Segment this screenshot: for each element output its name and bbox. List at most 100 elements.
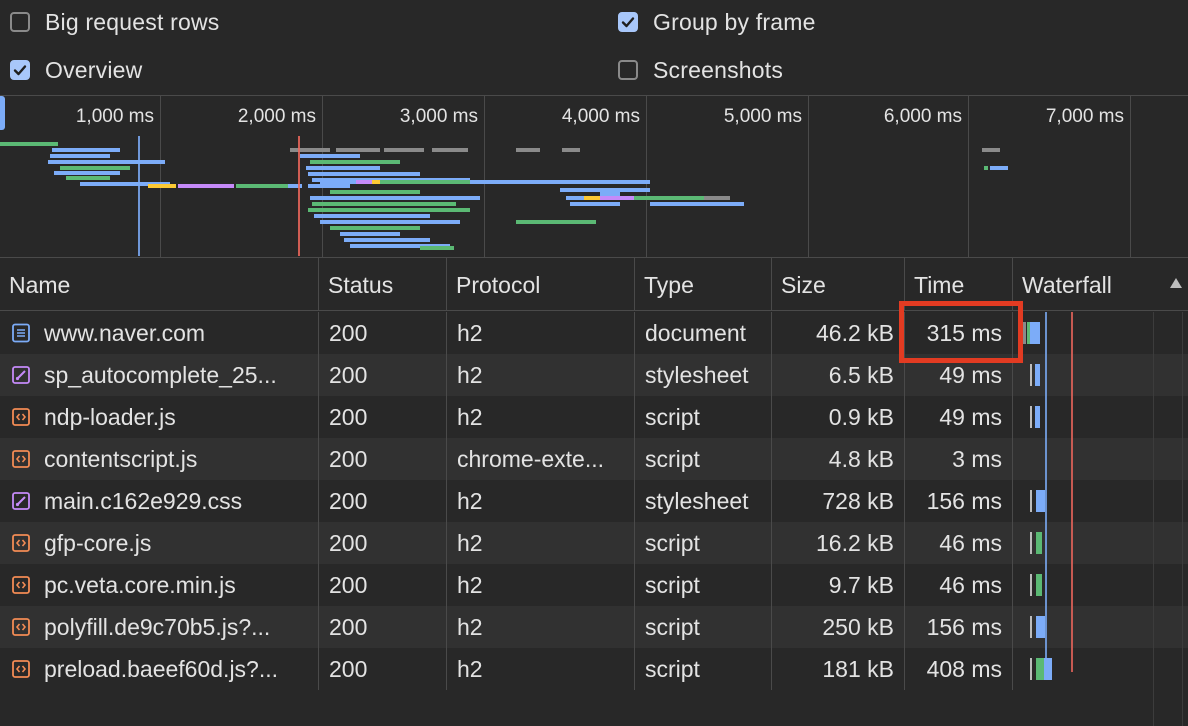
cell-status: 200 — [319, 648, 447, 690]
cell-waterfall — [1013, 606, 1188, 648]
waterfall-timing-bar — [1036, 532, 1042, 554]
column-header-waterfall[interactable]: Waterfall — [1013, 258, 1188, 310]
big-request-rows-option[interactable]: Big request rows — [10, 8, 220, 36]
request-name: pc.veta.core.min.js — [44, 572, 236, 598]
overview-request-bar — [330, 226, 420, 230]
overview-request-bar — [308, 208, 470, 212]
overview-tick-label: 1,000 ms — [75, 106, 154, 127]
overview-gridline — [646, 96, 647, 257]
overview-request-bar — [340, 232, 400, 236]
stylesheet-icon — [11, 491, 31, 511]
cell-name: main.c162e929.css — [0, 480, 319, 522]
overview-request-bar — [384, 148, 424, 152]
cell-time: 49 ms — [905, 396, 1013, 438]
overview-request-bar — [982, 148, 1000, 152]
overview-request-bar — [148, 184, 176, 188]
cell-waterfall — [1013, 648, 1188, 690]
overview-checkbox[interactable] — [10, 60, 30, 80]
table-row[interactable]: sp_autocomplete_25... 200 h2 stylesheet 6.5 … — [0, 354, 1188, 396]
domcontentloaded-line — [1045, 312, 1047, 672]
overview-request-bar — [570, 202, 620, 206]
cell-type: script — [635, 606, 772, 648]
table-row[interactable]: polyfill.de9c70b5.js?... 200 h2 script 250 k… — [0, 606, 1188, 648]
cell-name: sp_autocomplete_25... — [0, 354, 319, 396]
overview-tick-label: 7,000 ms — [1045, 106, 1124, 127]
overview-request-bar — [330, 190, 420, 194]
column-header-name[interactable]: Name — [0, 258, 319, 310]
overview-option[interactable]: Overview — [10, 56, 142, 84]
document-icon — [11, 323, 31, 343]
overview-request-bar — [48, 160, 165, 164]
cell-name: preload.baeef60d.js?... — [0, 648, 319, 690]
cell-waterfall — [1013, 438, 1188, 480]
overview-request-bar — [54, 171, 120, 175]
overview-request-bar — [336, 148, 380, 152]
big-request-rows-checkbox[interactable] — [10, 12, 30, 32]
group-by-frame-label: Group by frame — [653, 8, 816, 35]
table-row[interactable]: contentscript.js 200 chrome-exte... script 4… — [0, 438, 1188, 480]
waterfall-timing-bar — [1023, 322, 1026, 344]
overview-gridline — [1130, 96, 1131, 257]
overview-tick-label: 3,000 ms — [399, 106, 478, 127]
column-header-protocol[interactable]: Protocol — [447, 258, 635, 310]
table-row[interactable]: preload.baeef60d.js?... 200 h2 script 181 kB… — [0, 648, 1188, 690]
stylesheet-icon — [11, 365, 31, 385]
domcontentloaded-marker — [138, 136, 140, 256]
cell-name: pc.veta.core.min.js — [0, 564, 319, 606]
cell-status: 200 — [319, 606, 447, 648]
overview-request-bar — [0, 142, 58, 146]
cell-waterfall — [1013, 396, 1188, 438]
script-icon — [11, 449, 31, 469]
overview-request-bar — [562, 148, 580, 152]
cell-status: 200 — [319, 564, 447, 606]
waterfall-timing-bar — [1030, 406, 1032, 428]
waterfall-timing-bar — [1036, 616, 1045, 638]
table-row[interactable]: gfp-core.js 200 h2 script 16.2 kB 46 ms — [0, 522, 1188, 564]
cell-type: script — [635, 564, 772, 606]
cell-time: 49 ms — [905, 354, 1013, 396]
overview-gridline — [968, 96, 969, 257]
waterfall-header-label: Waterfall — [1022, 272, 1112, 298]
table-header: Name Status Protocol Type Size Time Wate… — [0, 258, 1188, 311]
group-by-frame-checkbox[interactable] — [618, 12, 638, 32]
overview-request-bar — [308, 184, 350, 188]
cell-type: script — [635, 396, 772, 438]
screenshots-option[interactable]: Screenshots — [618, 56, 783, 84]
sort-ascending-icon[interactable] — [1170, 278, 1182, 288]
table-row[interactable]: ndp-loader.js 200 h2 script 0.9 kB 49 ms — [0, 396, 1188, 438]
column-header-time[interactable]: Time — [905, 258, 1013, 310]
screenshots-checkbox[interactable] — [618, 60, 638, 80]
overview-gridline — [322, 96, 323, 257]
cell-time: 156 ms — [905, 480, 1013, 522]
column-header-type[interactable]: Type — [635, 258, 772, 310]
overview-label: Overview — [45, 56, 143, 83]
overview-request-bar — [990, 166, 1008, 170]
overview-request-bar — [584, 196, 600, 200]
cell-size: 0.9 kB — [772, 396, 905, 438]
overview-gridline — [484, 96, 485, 257]
cell-name: contentscript.js — [0, 438, 319, 480]
overview-request-bar — [178, 184, 234, 188]
cell-status: 200 — [319, 396, 447, 438]
overview-request-bar — [432, 148, 468, 152]
cell-type: script — [635, 438, 772, 480]
waterfall-timing-bar — [1030, 532, 1032, 554]
script-icon — [11, 659, 31, 679]
column-header-size[interactable]: Size — [772, 258, 905, 310]
cell-size: 9.7 kB — [772, 564, 905, 606]
overview-request-bar — [310, 196, 480, 200]
cell-protocol: h2 — [447, 648, 635, 690]
overview-request-bar — [380, 180, 470, 184]
overview-request-bar — [420, 246, 454, 250]
column-header-status[interactable]: Status — [319, 258, 447, 310]
table-row[interactable]: www.naver.com 200 h2 document 46.2 kB 315 ms — [0, 312, 1188, 354]
network-overview-timeline[interactable]: 1,000 ms 2,000 ms 3,000 ms 4,000 ms 5,000 ms… — [0, 95, 1188, 258]
table-row[interactable]: pc.veta.core.min.js 200 h2 script 9.7 kB 46 m… — [0, 564, 1188, 606]
cell-time: 46 ms — [905, 564, 1013, 606]
cell-name: www.naver.com — [0, 312, 319, 354]
table-row[interactable]: main.c162e929.css 200 h2 stylesheet 728 kB 15… — [0, 480, 1188, 522]
request-name: contentscript.js — [44, 446, 198, 472]
overview-request-bar — [984, 166, 988, 170]
group-by-frame-option[interactable]: Group by frame — [618, 8, 816, 36]
overview-request-bar — [704, 196, 730, 200]
